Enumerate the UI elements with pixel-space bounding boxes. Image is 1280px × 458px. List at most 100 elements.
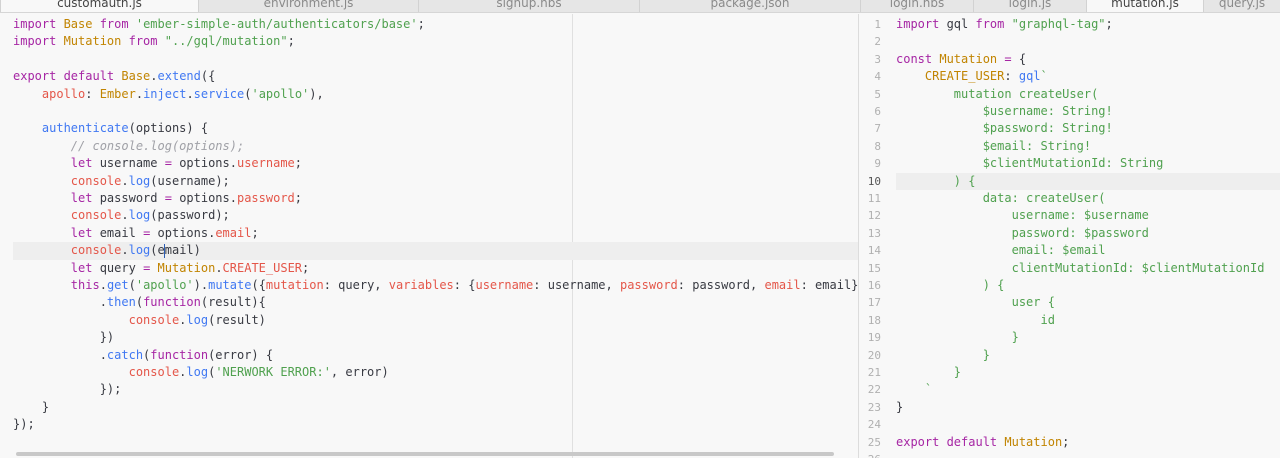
code-line[interactable]: $email: String! — [896, 138, 1091, 155]
code-token: } — [896, 365, 962, 379]
code-line[interactable]: this.get('apollo').mutate({mutation: que… — [13, 277, 858, 294]
code-line[interactable]: $password: String! — [896, 120, 1113, 137]
code-token: ; — [302, 260, 310, 275]
code-line[interactable]: .catch(function(error) { — [13, 347, 273, 364]
code-token: password — [99, 191, 165, 205]
tab-customauth-js[interactable]: customauth.js — [0, 0, 198, 12]
code-line[interactable]: data: createUser( — [896, 190, 1106, 207]
code-line[interactable]: export default Mutation; — [896, 434, 1069, 451]
code-line[interactable]: console.log(result) — [13, 312, 266, 329]
code-token: . — [135, 86, 144, 101]
code-line[interactable]: let email = options.email; — [13, 225, 259, 242]
line-number: 15 — [867, 261, 881, 275]
line-number: 16 — [867, 279, 881, 292]
code-token: : query, — [323, 278, 389, 292]
code-line[interactable]: }); — [13, 381, 122, 398]
line-number: 9 — [874, 157, 881, 171]
code-token: let — [70, 156, 100, 171]
code-line[interactable]: password: $password — [896, 225, 1149, 242]
code-token: console — [70, 173, 122, 188]
tab-bar: customauth.js environment.js signup.hbs pac… — [0, 0, 1280, 13]
code-token: : — [1004, 69, 1019, 84]
code-token: } — [896, 330, 1019, 345]
editor-pane-left[interactable]: import Base from 'ember-simple-auth/auth… — [0, 14, 858, 458]
code-line[interactable]: CREATE_USER: gql` — [896, 68, 1048, 85]
code-line[interactable]: } — [896, 399, 903, 416]
line-number: 20 — [867, 348, 881, 362]
code-line[interactable]: } — [13, 399, 49, 416]
tab-environment-js[interactable]: environment.js — [198, 0, 418, 12]
line-number: 14 — [867, 244, 881, 258]
code-token: : email} }) — [800, 278, 858, 292]
code-line[interactable]: } — [896, 364, 961, 381]
code-line[interactable]: mutation createUser( — [896, 86, 1099, 103]
code-token: username — [99, 156, 165, 171]
tab-package-json[interactable]: package.json — [639, 0, 860, 12]
code-token: inject — [143, 86, 187, 101]
code-token: ( — [135, 295, 144, 310]
line-number: 4 — [874, 70, 881, 84]
code-line[interactable]: } — [896, 329, 1019, 346]
code-token: $password: String! — [896, 121, 1113, 136]
code-token: import — [13, 34, 64, 49]
horizontal-scrollbar[interactable] — [16, 452, 834, 456]
code-line[interactable]: }); — [13, 416, 35, 433]
code-line[interactable]: username: $username — [896, 207, 1149, 224]
code-line[interactable]: authenticate(options) { — [13, 120, 208, 137]
code-token: . — [13, 347, 107, 362]
code-line[interactable]: id — [896, 312, 1054, 329]
code-line[interactable]: // console.log(options); — [13, 138, 244, 155]
code-line[interactable]: }) — [13, 329, 114, 346]
code-line[interactable]: } — [896, 347, 990, 364]
code-token: ; — [294, 191, 303, 205]
code-line[interactable]: user { — [896, 294, 1055, 311]
code-token: 'ember-simple-auth/authenticators/base' — [135, 17, 418, 31]
code-line[interactable]: import gql from "graphql-tag"; — [896, 16, 1113, 33]
code-token: options. — [157, 225, 216, 240]
tab-login-js[interactable]: login.js — [973, 0, 1086, 12]
code-line[interactable]: ) { — [896, 277, 1005, 294]
code-line[interactable]: import Base from 'ember-simple-auth/auth… — [13, 16, 425, 33]
code-line[interactable]: console.log(username); — [13, 173, 230, 190]
line-number: 23 — [867, 400, 881, 414]
code-line[interactable]: $username: String! — [896, 103, 1113, 120]
code-line[interactable]: let username = options.username; — [13, 155, 302, 172]
code-line[interactable]: email: $email — [896, 242, 1106, 259]
code-token: CREATE_USER — [222, 260, 303, 275]
code-line[interactable]: console.log('NERWORK ERROR:', error) — [13, 364, 389, 381]
code-token: (options) { — [128, 121, 209, 136]
code-line[interactable]: const Mutation = { — [896, 51, 1026, 68]
line-number: 1 — [874, 18, 881, 31]
code-line[interactable]: let password = options.password; — [13, 190, 302, 207]
code-line[interactable]: console.log(password); — [13, 207, 230, 224]
tab-mutation-js[interactable]: mutation.js — [1086, 0, 1203, 12]
code-token: (result) — [208, 312, 266, 327]
code-line[interactable]: export default Base.extend({ — [13, 68, 215, 85]
code-token: from — [121, 34, 165, 49]
tab-login-hbs[interactable]: login.hbs — [860, 0, 973, 12]
code-line[interactable]: console.log(email) — [13, 242, 201, 259]
editor-pane-right[interactable]: 1 2 3 4 5 6 7 8 9 10 11 12 13 14 15 16 17 18 19 20 21 22 23 24 2… — [859, 14, 1280, 458]
code-line[interactable]: .then(function(result){ — [13, 294, 266, 311]
code-token: . — [13, 295, 107, 310]
tab-signup-hbs[interactable]: signup.hbs — [418, 0, 639, 12]
code-token: (username); — [150, 173, 230, 188]
code-token: mail) — [164, 243, 201, 258]
code-line[interactable]: clientMutationId: $clientMutationId — [896, 260, 1265, 277]
code-line[interactable]: ` — [896, 381, 932, 398]
code-token: from — [975, 17, 1012, 31]
code-token: . — [121, 173, 129, 188]
code-token: }); — [13, 382, 122, 397]
code-line[interactable]: import Mutation from "../gql/mutation"; — [13, 33, 295, 50]
code-line[interactable]: apollo: Ember.inject.service('apollo'), — [13, 86, 324, 103]
code-line[interactable]: ) { — [896, 173, 976, 190]
code-token: . — [186, 86, 194, 101]
code-token: . — [121, 243, 129, 258]
code-token: service — [193, 86, 245, 101]
code-line[interactable]: let query = Mutation.CREATE_USER; — [13, 260, 309, 277]
tab-query-js[interactable]: query.js — [1203, 0, 1280, 12]
code-line[interactable]: $clientMutationId: String — [896, 155, 1164, 172]
